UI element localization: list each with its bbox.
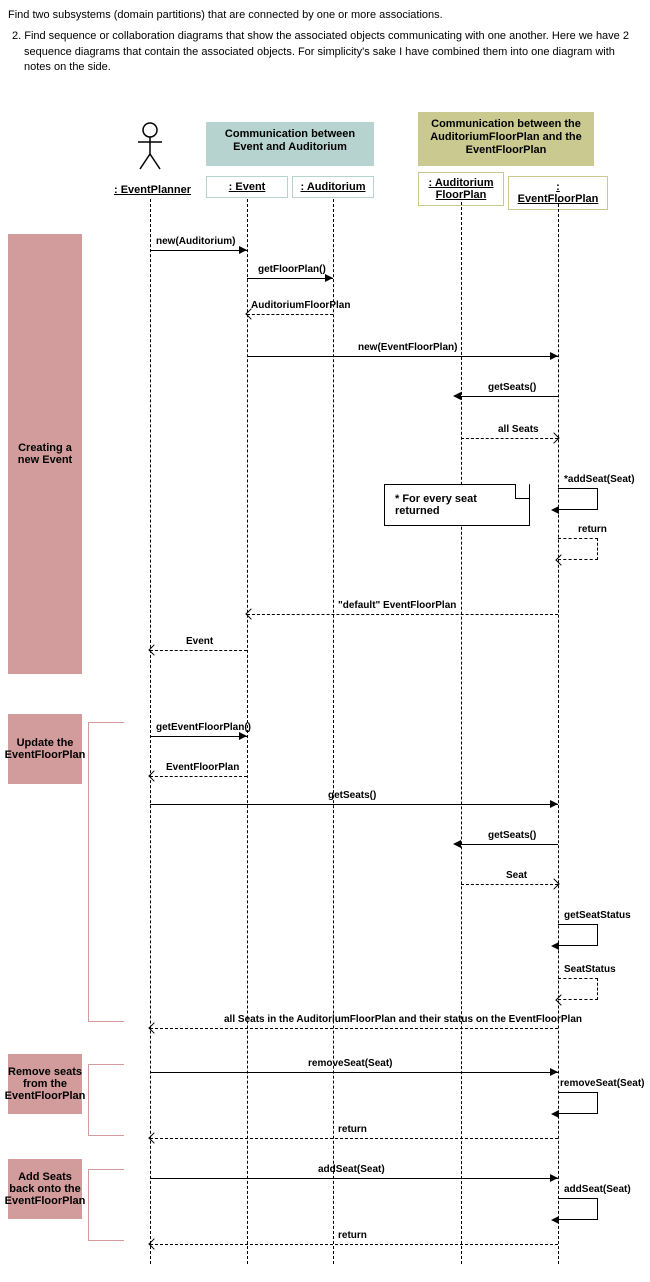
note-remove-seats: Remove seats from the EventFloorPlan [8,1054,82,1114]
msg-allseats: all Seats [498,424,539,435]
obj-event: : Event [206,176,288,198]
actor-icon [135,122,165,170]
msg-new-auditorium: new(Auditorium) [156,236,235,247]
lifeline-auditorium [333,199,334,1264]
intro-text: Find two subsystems (domain partitions) … [8,8,642,76]
msg-addseat2: addSeat(Seat) [318,1164,385,1175]
sequence-diagram: Communication between Event and Auditori… [8,84,642,1274]
msg-event-ret: Event [186,636,213,647]
msg-addseat3: addSeat(Seat) [564,1184,631,1195]
comm-floorplans: Communication between the AuditoriumFloo… [418,112,594,166]
msg-return3: return [338,1230,367,1241]
msg-seat-status: SeatStatus [564,964,616,975]
msg-removeseat1: removeSeat(Seat) [308,1058,392,1069]
msg-addseat: *addSeat(Seat) [564,474,635,485]
note-update-efp: Update the EventFloorPlan [8,714,82,784]
msg-getseats3: getSeats() [488,830,536,841]
intro-line1: Find two subsystems (domain partitions) … [8,8,642,23]
note-create-event: Creating a new Event [8,234,82,674]
lifeline-aud-floorplan [461,202,462,1264]
actor-label: : EventPlanner [114,184,191,196]
msg-getseats2: getSeats() [328,790,376,801]
bracket-remove [88,1064,124,1136]
msg-get-floorplan: getFloorPlan() [258,264,326,275]
msg-default-efp: "default" EventFloorPlan [338,600,456,611]
lifeline-planner [150,199,151,1264]
msg-removeseat2: removeSeat(Seat) [560,1078,644,1089]
msg-aud-floorplan-ret: AuditoriumFloorPlan [251,300,350,311]
msg-get-efp: getEventFloorPlan() [156,722,251,733]
msg-get-seat-status: getSeatStatus [564,910,631,921]
msg-allseats-status: all Seats in the AuditoriumFloorPlan and… [224,1014,582,1025]
comm-event-auditorium: Communication between Event and Auditori… [206,122,374,166]
msg-new-efp: new(EventFloorPlan) [358,342,457,353]
bracket-add [88,1169,124,1241]
msg-seat: Seat [506,870,527,881]
note-add-seats: Add Seats back onto the EventFloorPlan [8,1159,82,1219]
bracket-update [88,722,124,1022]
msg-return1: return [578,524,607,535]
intro-line2: 2. Find sequence or collaboration diagra… [8,29,642,75]
msg-getseats1: getSeats() [488,382,536,393]
msg-return2: return [338,1124,367,1135]
note-seat-loop: * For every seat returned [384,484,530,526]
obj-auditorium: : Auditorium [292,176,374,198]
msg-efp-ret: EventFloorPlan [166,762,239,773]
